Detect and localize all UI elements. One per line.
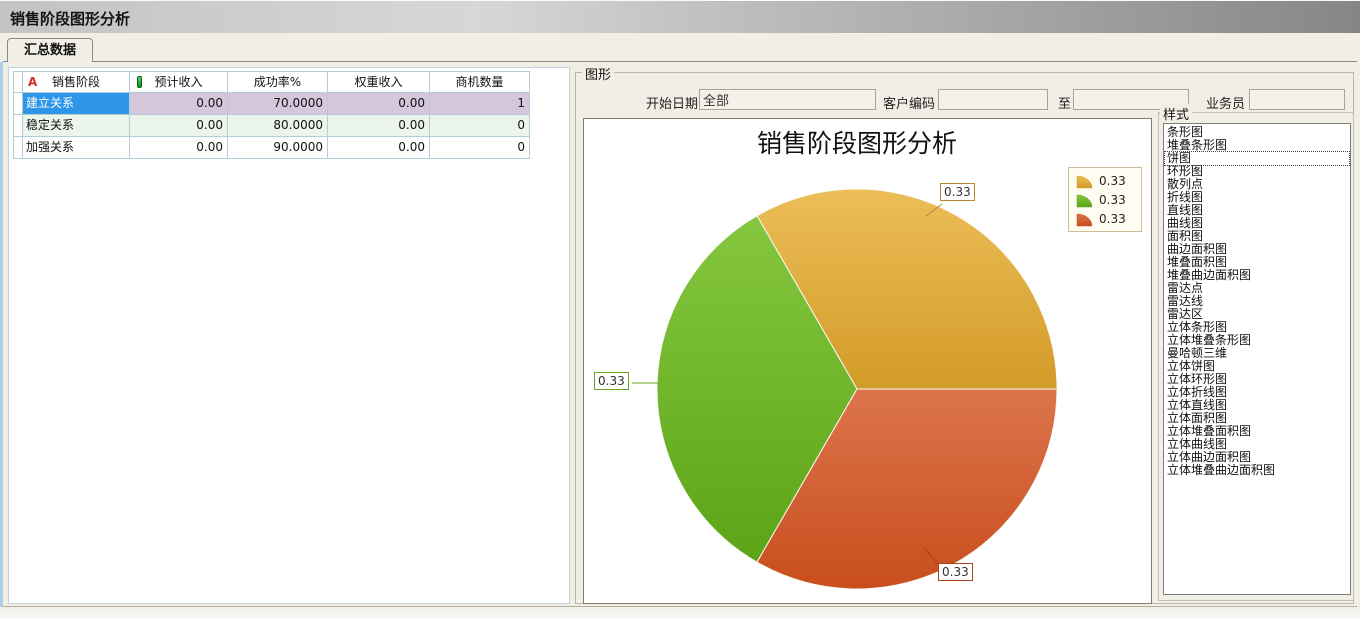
table-row[interactable]: 建立关系0.0070.00000.001 bbox=[14, 93, 530, 115]
column-header-opportunity-count[interactable]: 商机数量 bbox=[430, 72, 530, 93]
legend-wedge-icon bbox=[1075, 173, 1095, 189]
table-cell[interactable]: 建立关系 bbox=[23, 93, 130, 115]
column-header-label: 成功率% bbox=[254, 72, 301, 92]
table-row[interactable]: 加强关系0.0090.00000.000 bbox=[14, 137, 530, 159]
table-cell[interactable]: 加强关系 bbox=[23, 137, 130, 159]
summary-table-panel: A 销售阶段 预计收入 成功率% 权重收入 商机数量 建立关系0.0070.00… bbox=[8, 67, 570, 604]
row-indicator-cell[interactable] bbox=[14, 137, 23, 159]
graph-panel: 图形 开始日期 客户编码 至 业务员 销售阶段图形分析 0.33 0.33 0.… bbox=[575, 62, 1356, 607]
column-header-success-rate[interactable]: 成功率% bbox=[228, 72, 328, 93]
legend-entry: 0.33 bbox=[1075, 190, 1141, 209]
table-cell[interactable]: 0.00 bbox=[328, 115, 430, 137]
table-cell[interactable]: 0.00 bbox=[130, 137, 228, 159]
table-cell[interactable]: 70.0000 bbox=[228, 93, 328, 115]
left-edge-accent bbox=[0, 62, 3, 607]
column-header-label: 预计收入 bbox=[154, 72, 202, 92]
legend-value: 0.33 bbox=[1099, 193, 1126, 207]
to-label: 至 bbox=[1058, 93, 1071, 112]
row-indicator-header[interactable] bbox=[14, 72, 23, 93]
style-panel: 样式 条形图堆叠条形图饼图环形图散列点折线图直线图曲线图面积图曲边面积图堆叠面积… bbox=[1158, 104, 1354, 601]
table-cell[interactable]: 0.00 bbox=[328, 137, 430, 159]
page-title: 销售阶段图形分析 bbox=[10, 8, 130, 29]
table-cell[interactable]: 80.0000 bbox=[228, 115, 328, 137]
column-header-label: 权重收入 bbox=[354, 72, 402, 92]
table-body: 建立关系0.0070.00000.001稳定关系0.0080.00000.000… bbox=[14, 93, 530, 159]
legend-entry: 0.33 bbox=[1075, 209, 1141, 228]
table-row[interactable]: 稳定关系0.0080.00000.000 bbox=[14, 115, 530, 137]
chart-legend: 0.33 0.33 0.33 bbox=[1068, 167, 1142, 232]
slice-value-label: 0.33 bbox=[594, 372, 629, 390]
row-indicator-cell[interactable] bbox=[14, 115, 23, 137]
graph-group-label: 图形 bbox=[582, 64, 614, 83]
customer-code-label: 客户编码 bbox=[883, 93, 935, 112]
window-title-bar: 销售阶段图形分析 bbox=[0, 0, 1360, 33]
table-cell[interactable]: 0 bbox=[430, 115, 530, 137]
legend-wedge-icon bbox=[1075, 211, 1095, 227]
chart-style-listbox[interactable]: 条形图堆叠条形图饼图环形图散列点折线图直线图曲线图面积图曲边面积图堆叠面积图堆叠… bbox=[1163, 123, 1351, 595]
green-marker-icon bbox=[137, 76, 142, 88]
pie-chart-area: 销售阶段图形分析 0.33 0.33 0.33 0.330.330.33 bbox=[583, 118, 1152, 604]
slice-value-label: 0.33 bbox=[938, 563, 973, 581]
style-option[interactable]: 堆叠条形图 bbox=[1165, 139, 1349, 152]
column-header-expected-income[interactable]: 预计收入 bbox=[130, 72, 228, 93]
sales-stage-table: A 销售阶段 预计收入 成功率% 权重收入 商机数量 建立关系0.0070.00… bbox=[13, 71, 530, 159]
legend-entry: 0.33 bbox=[1075, 171, 1141, 190]
legend-value: 0.33 bbox=[1099, 212, 1126, 226]
legend-value: 0.33 bbox=[1099, 174, 1126, 188]
customer-code-input[interactable] bbox=[938, 89, 1048, 110]
column-header-label: 商机数量 bbox=[455, 72, 503, 92]
style-group-label: 样式 bbox=[1160, 104, 1192, 123]
table-cell[interactable]: 0.00 bbox=[130, 115, 228, 137]
tab-summary-data[interactable]: 汇总数据 bbox=[7, 38, 93, 62]
table-cell[interactable]: 0 bbox=[430, 137, 530, 159]
row-indicator-cell[interactable] bbox=[14, 93, 23, 115]
column-header-weighted-income[interactable]: 权重收入 bbox=[328, 72, 430, 93]
sort-a-icon: A bbox=[28, 75, 37, 89]
legend-wedge-icon bbox=[1075, 192, 1095, 208]
slice-value-label: 0.33 bbox=[940, 183, 975, 201]
table-cell[interactable]: 稳定关系 bbox=[23, 115, 130, 137]
table-cell[interactable]: 90.0000 bbox=[228, 137, 328, 159]
start-date-label: 开始日期 bbox=[646, 93, 698, 112]
table-header-row: A 销售阶段 预计收入 成功率% 权重收入 商机数量 bbox=[14, 72, 530, 93]
table-cell[interactable]: 0.00 bbox=[130, 93, 228, 115]
column-header-label: 销售阶段 bbox=[52, 72, 100, 92]
column-header-stage[interactable]: A 销售阶段 bbox=[23, 72, 130, 93]
start-date-input[interactable] bbox=[699, 89, 876, 110]
table-cell[interactable]: 0.00 bbox=[328, 93, 430, 115]
pie-chart bbox=[584, 119, 1151, 603]
style-option[interactable]: 立体堆叠曲边面积图 bbox=[1165, 464, 1349, 477]
bottom-strip bbox=[0, 607, 1360, 619]
table-cell[interactable]: 1 bbox=[430, 93, 530, 115]
